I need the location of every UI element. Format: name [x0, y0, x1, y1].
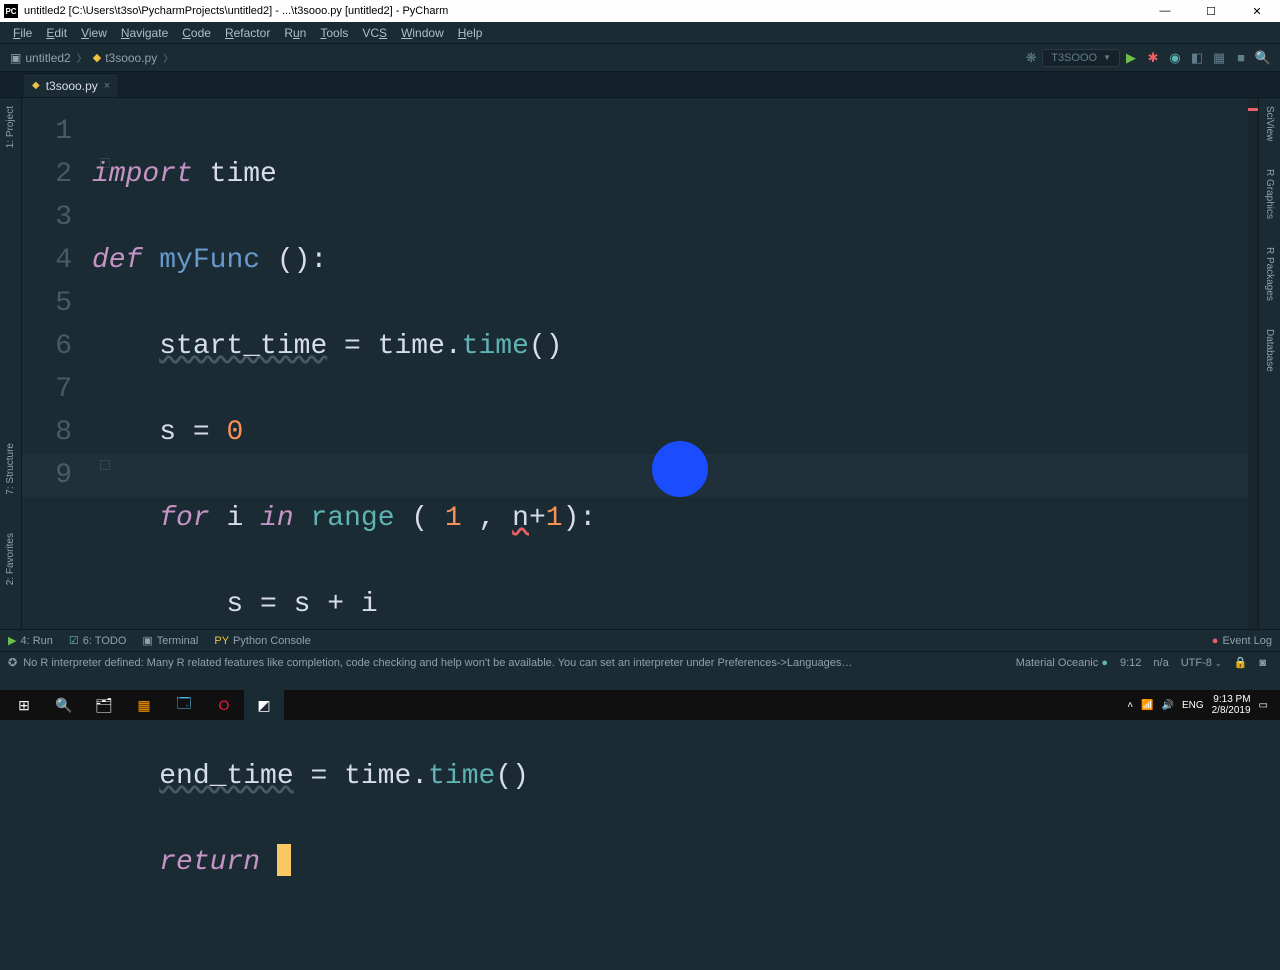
- attach-button[interactable]: ▦: [1208, 47, 1230, 69]
- tool-structure[interactable]: 7: Structure: [5, 439, 16, 499]
- tool-database[interactable]: Database: [1264, 325, 1275, 376]
- start-button[interactable]: ⊞: [4, 690, 44, 720]
- menu-view[interactable]: View: [74, 26, 114, 40]
- system-tray[interactable]: ˄ 📶 🔊 ENG 9:13 PM 2/8/2019 ▭: [1127, 694, 1276, 716]
- left-toolbar: 1: Project 7: Structure 2: Favorites: [0, 98, 22, 629]
- tool-project[interactable]: 1: Project: [5, 102, 16, 152]
- search-button[interactable]: 🔍: [44, 690, 84, 720]
- code-area[interactable]: import time def myFunc (): start_time = …: [92, 98, 1258, 629]
- menu-refactor[interactable]: Refactor: [218, 26, 277, 40]
- breadcrumb-project-label: untitled2: [25, 51, 70, 65]
- taskbar-explorer[interactable]: 🗂: [84, 690, 124, 720]
- taskbar-sublime[interactable]: ▦: [124, 690, 164, 720]
- tray-notifications-icon[interactable]: ▭: [1259, 700, 1268, 711]
- stop-button[interactable]: ■: [1230, 47, 1252, 69]
- tab-label: t3sooo.py: [46, 79, 98, 93]
- code-editor[interactable]: 1 2 3 4 5 6 7 8 9 – – import time def my…: [22, 98, 1258, 629]
- chevron-right-icon: 〉: [161, 50, 175, 65]
- breadcrumb-file-label: t3sooo.py: [105, 51, 157, 65]
- notification-icon[interactable]: ✪: [8, 656, 23, 669]
- r-lang-icon[interactable]: ❋: [1020, 47, 1042, 69]
- debug-button[interactable]: ✱: [1142, 47, 1164, 69]
- tool-rpackages[interactable]: R Packages: [1264, 243, 1275, 305]
- search-everywhere-button[interactable]: 🔍: [1252, 47, 1274, 69]
- taskbar-opera[interactable]: O: [204, 690, 244, 720]
- titlebar: PC untitled2 [C:\Users\t3so\PycharmProje…: [0, 0, 1280, 22]
- error-marker[interactable]: [1248, 108, 1258, 111]
- menu-tools[interactable]: Tools: [313, 26, 355, 40]
- run-config-selector[interactable]: T3SOOO ▼: [1042, 49, 1120, 67]
- maximize-button[interactable]: ☐: [1188, 0, 1234, 22]
- profile-button[interactable]: ◧: [1186, 47, 1208, 69]
- tray-wifi-icon[interactable]: 📶: [1141, 700, 1153, 711]
- menu-file[interactable]: File: [6, 26, 39, 40]
- menu-code[interactable]: Code: [175, 26, 218, 40]
- run-config-label: T3SOOO: [1051, 52, 1097, 64]
- minimize-button[interactable]: —: [1142, 0, 1188, 22]
- close-button[interactable]: ✕: [1234, 0, 1280, 22]
- chevron-right-icon: 〉: [75, 50, 89, 65]
- menu-help[interactable]: Help: [451, 26, 490, 40]
- menu-edit[interactable]: Edit: [39, 26, 74, 40]
- python-file-icon: ◆: [93, 51, 101, 64]
- error-stripe[interactable]: [1248, 98, 1258, 629]
- breadcrumb-file[interactable]: ◆ t3sooo.py: [89, 51, 162, 65]
- window-title: untitled2 [C:\Users\t3so\PycharmProjects…: [22, 5, 1142, 17]
- windows-taskbar: ⊞ 🔍 🗂 ▦ 🗔 O ◩ ˄ 📶 🔊 ENG 9:13 PM 2/8/2019…: [0, 690, 1280, 720]
- chevron-down-icon: ▼: [1103, 53, 1111, 62]
- run-button[interactable]: ▶: [1120, 47, 1142, 69]
- tray-clock[interactable]: 9:13 PM 2/8/2019: [1212, 694, 1251, 716]
- tool-rgraphics[interactable]: R Graphics: [1264, 165, 1275, 223]
- tray-chevron-up-icon[interactable]: ˄: [1127, 700, 1133, 711]
- navbar: ▣ untitled2 〉 ◆ t3sooo.py 〉 ❋ T3SOOO ▼ ▶…: [0, 44, 1280, 72]
- right-toolbar: SciView R Graphics R Packages Database: [1258, 98, 1280, 629]
- taskbar-app1[interactable]: 🗔: [164, 690, 204, 720]
- menu-window[interactable]: Window: [394, 26, 451, 40]
- editor-tabs: ◆ t3sooo.py ×: [0, 72, 1280, 98]
- tab-t3sooo[interactable]: ◆ t3sooo.py ×: [24, 73, 119, 97]
- mouse-highlight-overlay: [652, 441, 708, 497]
- main-area: 1: Project 7: Structure 2: Favorites 1 2…: [0, 98, 1280, 629]
- tool-run[interactable]: ▶4: Run: [8, 634, 53, 647]
- python-file-icon: ◆: [32, 80, 40, 91]
- menu-run[interactable]: Run: [277, 26, 313, 40]
- tool-favorites[interactable]: 2: Favorites: [5, 529, 16, 589]
- tray-volume-icon[interactable]: 🔊: [1161, 700, 1173, 711]
- breadcrumb-project[interactable]: ▣ untitled2: [6, 51, 75, 65]
- taskbar-pycharm[interactable]: ◩: [244, 690, 284, 720]
- coverage-button[interactable]: ◉: [1164, 47, 1186, 69]
- folder-icon: ▣: [10, 51, 21, 65]
- menu-navigate[interactable]: Navigate: [114, 26, 175, 40]
- tray-lang[interactable]: ENG: [1182, 700, 1204, 711]
- menubar: File Edit View Navigate Code Refactor Ru…: [0, 22, 1280, 44]
- close-tab-icon[interactable]: ×: [104, 80, 110, 92]
- app-icon: PC: [4, 4, 18, 18]
- text-cursor: [277, 844, 291, 876]
- tool-sciview[interactable]: SciView: [1264, 102, 1275, 145]
- line-gutter: 1 2 3 4 5 6 7 8 9: [22, 98, 92, 629]
- menu-vcs[interactable]: VCS: [355, 26, 394, 40]
